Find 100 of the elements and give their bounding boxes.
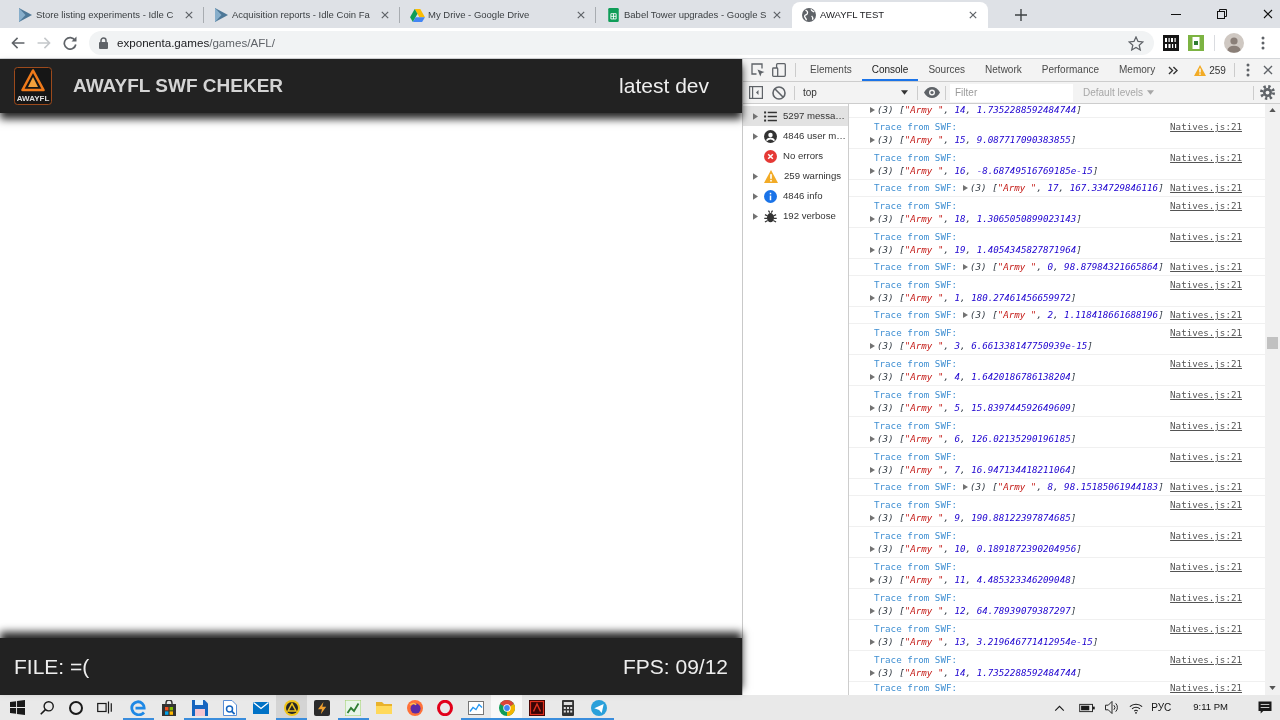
expand-arrow-icon[interactable] bbox=[870, 136, 875, 143]
source-link[interactable]: Natives.js:21 bbox=[1170, 530, 1242, 543]
search-icon[interactable] bbox=[39, 700, 54, 715]
expand-arrow-icon[interactable] bbox=[963, 484, 968, 491]
browser-tab[interactable]: AWAYFL TEST bbox=[792, 2, 988, 28]
expand-arrow-icon[interactable] bbox=[870, 167, 875, 174]
expand-arrow-icon[interactable] bbox=[870, 246, 875, 253]
taskbar-button[interactable] bbox=[276, 695, 308, 720]
source-link[interactable]: Natives.js:21 bbox=[1170, 481, 1242, 494]
circle-icon[interactable] bbox=[68, 700, 83, 715]
devtools-tab[interactable]: Elements bbox=[800, 59, 862, 81]
expand-arrow-icon[interactable] bbox=[870, 514, 875, 521]
sidebar-item[interactable]: 4846 user m… bbox=[743, 126, 848, 146]
expand-arrow-icon[interactable] bbox=[753, 212, 758, 220]
task-view-icon[interactable] bbox=[97, 701, 112, 714]
address-field[interactable]: exponenta.games/games/AFL/ bbox=[89, 31, 1154, 55]
browser-tab[interactable]: Babel Tower upgrades - Google S bbox=[596, 2, 792, 28]
expand-arrow-icon[interactable] bbox=[753, 112, 758, 120]
minimize-icon[interactable] bbox=[1171, 13, 1181, 15]
sidebar-item[interactable]: 5297 messa… bbox=[743, 106, 848, 126]
chevrons-icon[interactable] bbox=[1168, 65, 1179, 75]
expand-arrow-icon[interactable] bbox=[870, 576, 875, 583]
source-link[interactable]: Natives.js:21 bbox=[1170, 561, 1242, 574]
reload-icon[interactable] bbox=[63, 36, 77, 50]
extension-icon[interactable] bbox=[1188, 35, 1204, 51]
expand-arrow-icon[interactable] bbox=[870, 435, 875, 442]
warnings-badge[interactable]: 259 bbox=[1194, 62, 1226, 78]
source-link[interactable]: Natives.js:21 bbox=[1170, 389, 1242, 402]
expand-arrow-icon[interactable] bbox=[870, 215, 875, 222]
eye-icon[interactable] bbox=[924, 87, 940, 98]
wifi-icon[interactable] bbox=[1129, 701, 1144, 714]
source-link[interactable]: Natives.js:21 bbox=[1170, 451, 1242, 464]
source-link[interactable]: Natives.js:21 bbox=[1170, 654, 1242, 667]
source-link[interactable]: Natives.js:21 bbox=[1170, 182, 1242, 195]
context-select[interactable]: top bbox=[799, 83, 912, 102]
source-link[interactable]: Natives.js:21 bbox=[1170, 121, 1242, 134]
language-indicator[interactable]: РУС bbox=[1151, 700, 1172, 715]
source-link[interactable]: Natives.js:21 bbox=[1170, 152, 1242, 165]
expand-arrow-icon[interactable] bbox=[870, 294, 875, 301]
expand-arrow-icon[interactable] bbox=[870, 669, 875, 676]
expand-arrow-icon[interactable] bbox=[963, 264, 968, 271]
binary-icon[interactable] bbox=[1163, 35, 1179, 51]
sidebar-item[interactable]: No errors bbox=[743, 146, 848, 166]
browser-tab[interactable]: My Drive - Google Drive bbox=[400, 2, 596, 28]
expand-arrow-icon[interactable] bbox=[870, 404, 875, 411]
source-link[interactable]: Natives.js:21 bbox=[1170, 420, 1242, 433]
filter-field[interactable]: Filter bbox=[950, 83, 1073, 102]
speaker-icon[interactable] bbox=[1105, 701, 1120, 714]
notification-icon[interactable] bbox=[1258, 701, 1272, 714]
back-arrow-icon[interactable] bbox=[11, 37, 25, 49]
devtools-tab[interactable]: Performance bbox=[1031, 59, 1109, 81]
avatar-icon[interactable] bbox=[1224, 33, 1244, 53]
expand-arrow-icon[interactable] bbox=[870, 607, 875, 614]
expand-arrow-icon[interactable] bbox=[870, 107, 875, 114]
source-link[interactable]: Natives.js:21 bbox=[1170, 200, 1242, 213]
source-link[interactable]: Natives.js:21 bbox=[1170, 682, 1242, 695]
battery-icon[interactable] bbox=[1079, 702, 1096, 713]
kebab-menu-icon[interactable] bbox=[1245, 63, 1250, 77]
kebab-menu-icon[interactable] bbox=[1261, 36, 1265, 50]
browser-tab[interactable]: Acquisition reports - Idle Coin Fa bbox=[204, 2, 400, 28]
source-link[interactable]: Natives.js:21 bbox=[1170, 279, 1242, 292]
down-triangle-icon[interactable] bbox=[1269, 686, 1276, 690]
expand-arrow-icon[interactable] bbox=[753, 132, 758, 140]
devtools-tab[interactable]: Sources bbox=[918, 59, 976, 81]
star-icon[interactable] bbox=[1128, 35, 1144, 51]
sidebar-item[interactable]: 4846 info bbox=[743, 186, 848, 206]
plus-icon[interactable] bbox=[1015, 9, 1027, 21]
expand-arrow-icon[interactable] bbox=[870, 342, 875, 349]
close-icon[interactable] bbox=[1263, 9, 1273, 19]
sidebar-item[interactable]: 259 warnings bbox=[743, 166, 848, 186]
sidebar-item[interactable]: 192 verbose bbox=[743, 206, 848, 226]
clear-icon[interactable] bbox=[772, 85, 786, 100]
chevron-up-icon[interactable] bbox=[1054, 704, 1066, 711]
expand-arrow-icon[interactable] bbox=[753, 192, 758, 200]
restore-icon[interactable] bbox=[1217, 9, 1227, 19]
source-link[interactable]: Natives.js:21 bbox=[1170, 309, 1242, 322]
up-triangle-icon[interactable] bbox=[1269, 108, 1276, 112]
sidebar-toggle-icon[interactable] bbox=[749, 86, 763, 99]
expand-arrow-icon[interactable] bbox=[870, 466, 875, 473]
devtools-tab[interactable]: Memory bbox=[1109, 59, 1166, 81]
source-link[interactable]: Natives.js:21 bbox=[1170, 327, 1242, 340]
source-link[interactable]: Natives.js:21 bbox=[1170, 261, 1242, 274]
source-link[interactable]: Natives.js:21 bbox=[1170, 499, 1242, 512]
devtools-tab[interactable]: Network bbox=[975, 59, 1032, 81]
expand-arrow-icon[interactable] bbox=[870, 545, 875, 552]
source-link[interactable]: Natives.js:21 bbox=[1170, 231, 1242, 244]
settings-icon[interactable] bbox=[1260, 85, 1275, 100]
browser-tab[interactable]: Store listing experiments - Idle C bbox=[8, 2, 204, 28]
expand-arrow-icon[interactable] bbox=[870, 638, 875, 645]
clock-time[interactable]: 9:11 PM bbox=[1193, 700, 1228, 715]
device-icon[interactable] bbox=[772, 63, 786, 77]
source-link[interactable]: Natives.js:21 bbox=[1170, 623, 1242, 636]
expand-arrow-icon[interactable] bbox=[963, 312, 968, 319]
source-link[interactable]: Natives.js:21 bbox=[1170, 592, 1242, 605]
expand-arrow-icon[interactable] bbox=[753, 172, 758, 180]
expand-arrow-icon[interactable] bbox=[963, 185, 968, 192]
inspect-icon[interactable] bbox=[751, 63, 765, 77]
source-link[interactable]: Natives.js:21 bbox=[1170, 358, 1242, 371]
start-icon[interactable] bbox=[10, 700, 25, 715]
expand-arrow-icon[interactable] bbox=[870, 373, 875, 380]
